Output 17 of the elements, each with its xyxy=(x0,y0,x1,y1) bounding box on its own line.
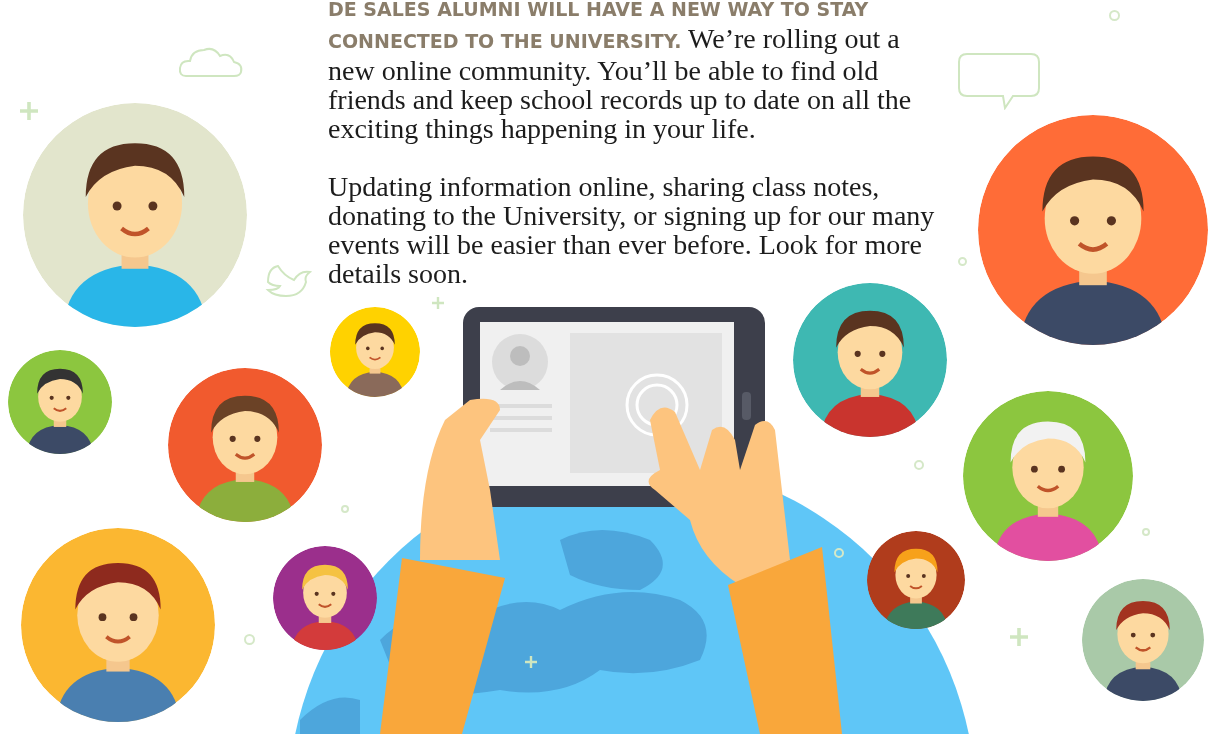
person-avatar-icon xyxy=(793,283,947,437)
speech-bubble-icon xyxy=(957,52,1041,110)
plus-icon xyxy=(525,656,537,668)
plus-icon xyxy=(432,297,444,309)
details-paragraph: Updating information online, sharing class notes, donating to the University, or signing up for our many events will be easier than ever before. Look for more details soon. xyxy=(328,172,936,288)
person-avatar-icon xyxy=(8,350,112,454)
person-avatar-icon xyxy=(978,115,1208,345)
person-avatar-icon xyxy=(168,368,322,522)
person-avatar-icon xyxy=(273,546,377,650)
plus-icon xyxy=(1010,628,1028,646)
bird-icon xyxy=(264,262,312,300)
intro-paragraph: DE SALES ALUMNI WILL HAVE A NEW WAY TO STAY CONNECTED TO THE UNIVERSITY. We’re rolling out a new online community. You’ll be able to find old friends and keep school records up to date on all the exciting things happening in your life. xyxy=(328,0,913,143)
person-avatar-icon xyxy=(21,528,215,722)
person-avatar-icon xyxy=(330,307,420,397)
plus-icon xyxy=(20,102,38,120)
person-avatar-icon xyxy=(23,103,247,327)
person-avatar-icon xyxy=(1082,579,1204,701)
